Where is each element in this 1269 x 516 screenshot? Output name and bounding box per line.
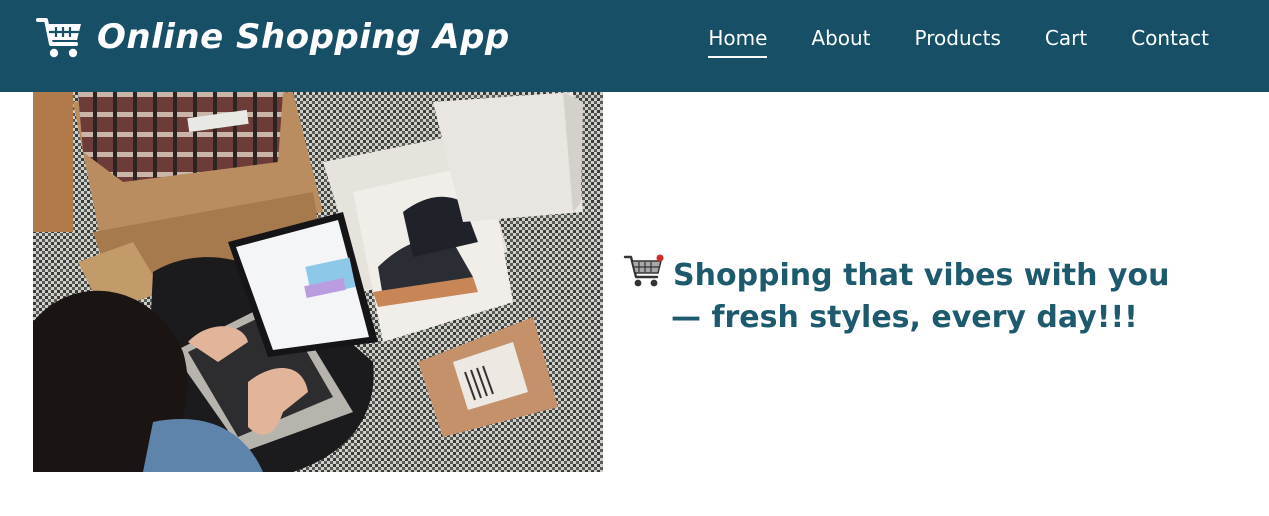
hero-photo-illustration <box>33 92 603 472</box>
nav-home-link[interactable]: Home <box>708 22 768 58</box>
brand-title[interactable]: Online Shopping App <box>97 14 510 60</box>
nav-about-link[interactable]: About <box>811 22 870 58</box>
nav-products-link[interactable]: Products <box>915 22 1001 58</box>
hero-tagline: Shopping that vibes with you — fresh sty… <box>623 253 1223 339</box>
tagline-line-2: — fresh styles, every day!!! <box>671 300 1138 335</box>
tagline-line-1: Shopping that vibes with you <box>673 258 1170 293</box>
hero-photo <box>33 92 603 472</box>
shopping-cart-icon[interactable] <box>36 14 84 60</box>
top-navbar: Online Shopping App Home About Products … <box>0 0 1269 92</box>
nav-cart-link[interactable]: Cart <box>1045 22 1087 58</box>
nav-contact-link[interactable]: Contact <box>1131 22 1209 58</box>
main-nav: Home About Products Cart Contact <box>708 22 1209 58</box>
shopping-cart-emoji-icon <box>623 254 664 287</box>
